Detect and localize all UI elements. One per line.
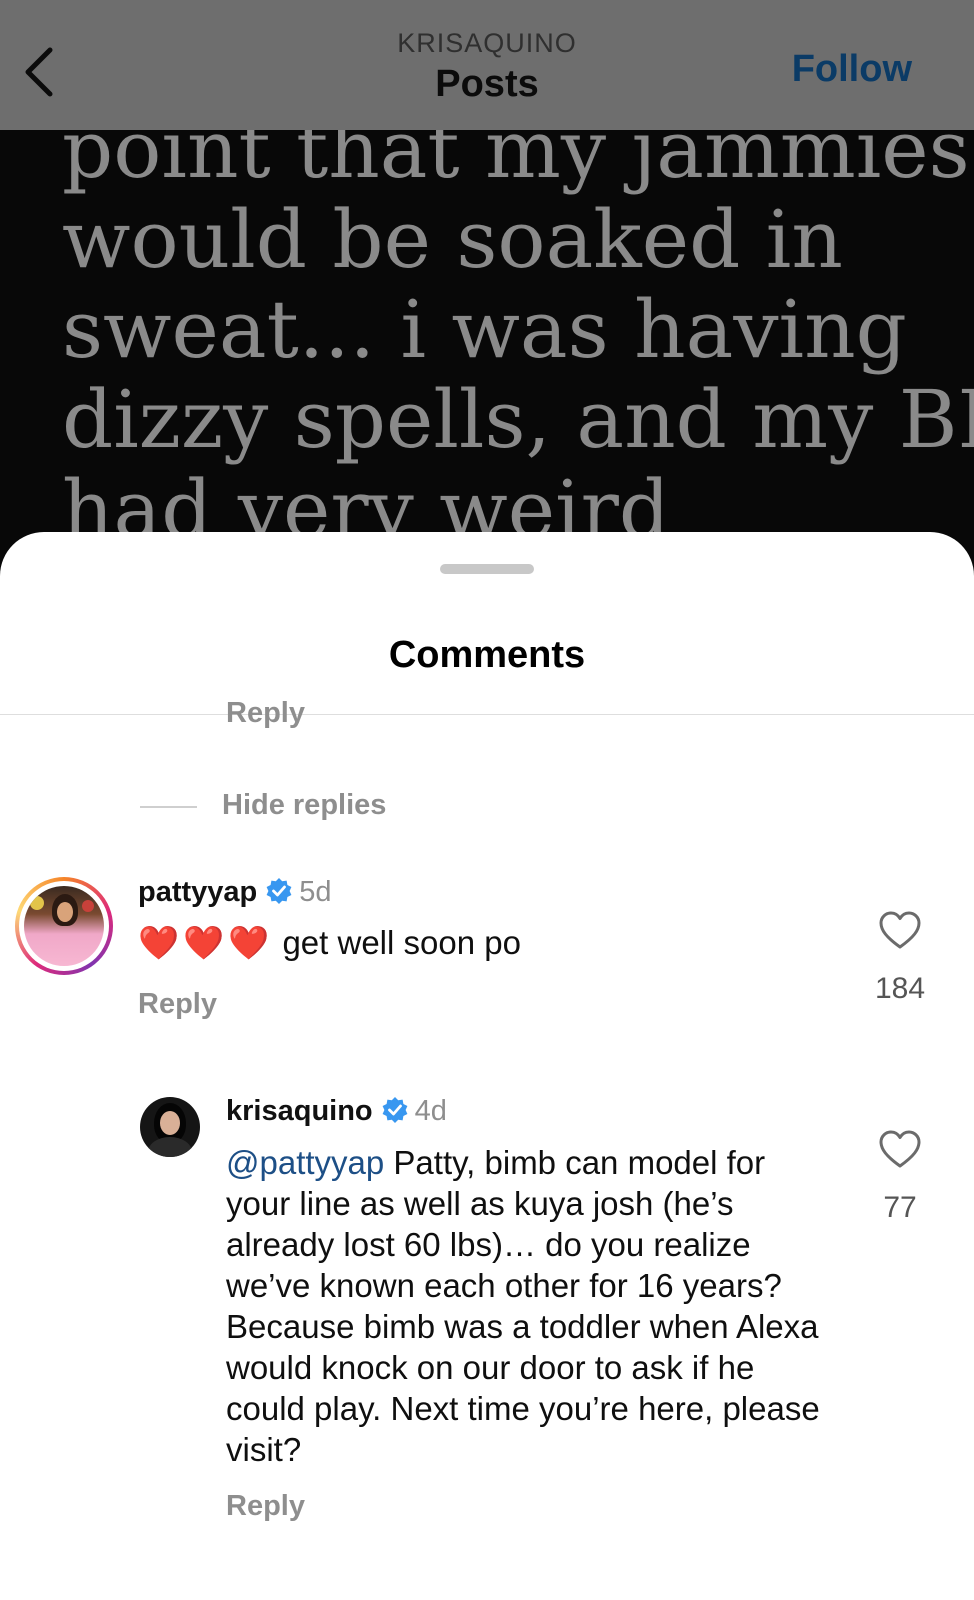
avatar-photo bbox=[24, 886, 104, 966]
divider bbox=[0, 714, 974, 715]
comment-username[interactable]: krisaquino bbox=[226, 1095, 373, 1127]
avatar-pattyyap[interactable] bbox=[15, 877, 113, 975]
post-text-line: point that my jammies bbox=[62, 130, 970, 196]
comments-sheet: Comments Reply Hide replies pattyyap 5d … bbox=[0, 532, 974, 1600]
verified-badge-icon bbox=[266, 878, 292, 904]
reply-button[interactable]: Reply bbox=[226, 697, 305, 730]
mention-link[interactable]: @pattyyap bbox=[226, 1144, 384, 1181]
reply-button[interactable]: Reply bbox=[138, 988, 217, 1021]
comment-time: 4d bbox=[414, 1095, 447, 1127]
reply-button[interactable]: Reply bbox=[226, 1490, 305, 1523]
comment-text: Patty, bimb can model for your line as w… bbox=[226, 1144, 820, 1468]
comment-time: 5d bbox=[299, 876, 332, 908]
heart-emoji: ❤️❤️❤️ bbox=[138, 923, 274, 962]
post-text-line: sweat... i was having bbox=[62, 283, 907, 376]
post-text-line: dizzy spells, and my BP bbox=[62, 373, 974, 466]
comment-username[interactable]: pattyyap bbox=[138, 876, 257, 908]
avatar-krisaquino[interactable] bbox=[140, 1097, 200, 1157]
comment-text: get well soon po bbox=[282, 924, 521, 961]
hide-replies-line bbox=[140, 806, 197, 808]
post-text-line: would be soaked in bbox=[62, 193, 843, 286]
post-image: point that my jammies would be soaked in… bbox=[0, 130, 974, 570]
comments-title: Comments bbox=[388, 634, 586, 676]
sheet-drag-handle[interactable] bbox=[440, 564, 534, 574]
hide-replies-button[interactable]: Hide replies bbox=[222, 789, 386, 822]
like-count: 77 bbox=[883, 1191, 917, 1224]
like-heart-icon[interactable] bbox=[878, 909, 922, 953]
like-heart-icon[interactable] bbox=[878, 1128, 922, 1172]
verified-badge-icon bbox=[382, 1097, 408, 1123]
like-count: 184 bbox=[874, 972, 926, 1005]
follow-button[interactable]: Follow bbox=[792, 48, 912, 91]
top-bar: KRISAQUINO Posts Follow bbox=[0, 0, 974, 130]
